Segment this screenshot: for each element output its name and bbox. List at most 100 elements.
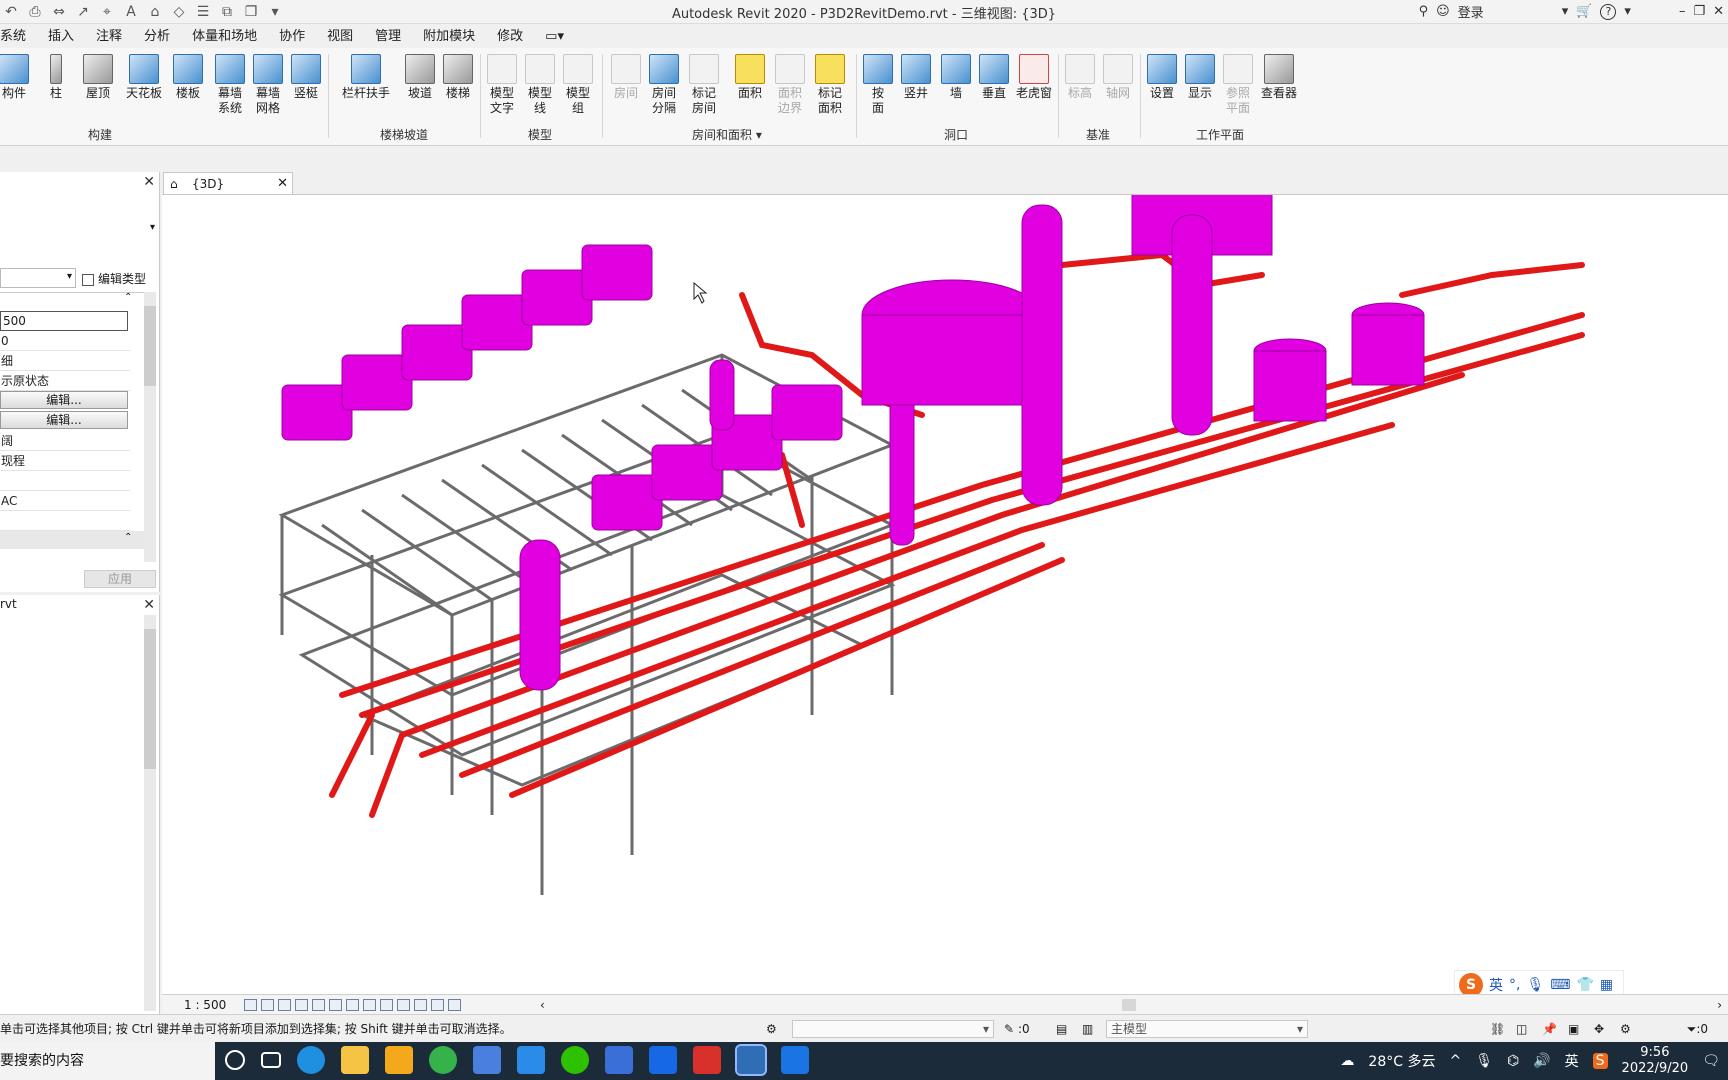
show-crop-icon[interactable] (346, 999, 359, 1011)
highlight-displacement-icon[interactable] (448, 999, 461, 1011)
shadows-icon[interactable] (295, 999, 308, 1011)
sun-path-icon[interactable] (278, 999, 291, 1011)
curtain-system-button[interactable]: 幕墙 系统 (210, 54, 250, 116)
microphone-icon[interactable]: 🎙 (1526, 977, 1544, 993)
tab-3d-view[interactable]: ⌂ {3D} ✕ (163, 172, 293, 194)
minimize-icon[interactable]: – (1679, 4, 1686, 19)
dormer-button[interactable]: 老虎窗 (1012, 54, 1056, 101)
detail-level-icon[interactable] (244, 999, 257, 1011)
edit-type-button[interactable]: 编辑类型 (82, 270, 146, 287)
wall-opening-button[interactable]: 墙 (936, 54, 976, 101)
tab-addins[interactable]: 附加模块 (412, 26, 486, 48)
temp-hide-icon[interactable] (380, 999, 393, 1011)
floor-button[interactable]: 楼板 (168, 54, 208, 101)
vertical-button[interactable]: 垂直 (974, 54, 1014, 101)
autocad-icon[interactable] (693, 1046, 721, 1074)
area-button[interactable]: 面积 (730, 54, 770, 101)
component-button[interactable]: 构件 (0, 54, 34, 101)
room-button[interactable]: 房间 (606, 54, 646, 101)
crop-view-icon[interactable] (329, 999, 342, 1011)
microphone-tray-icon[interactable]: 🎙 (1475, 1053, 1493, 1069)
dropdown-icon[interactable]: ▾ (1562, 4, 1569, 19)
weather-text[interactable]: 28°C 多云 (1368, 1051, 1435, 1071)
select-pinned-icon[interactable]: 📌 (1542, 1015, 1557, 1043)
ime-lang[interactable]: 英 (1489, 975, 1503, 995)
show-workplane-button[interactable]: 显示 (1180, 54, 1220, 101)
type-selector-dropdown-icon[interactable]: ▾ (150, 222, 155, 233)
project-browser-scrollbar[interactable] (144, 615, 156, 1011)
viewer-button[interactable]: 查看器 (1256, 54, 1302, 101)
tag-area-button[interactable]: 标记 面积 (810, 54, 850, 116)
edge-icon[interactable] (297, 1046, 325, 1074)
store-icon[interactable] (385, 1046, 413, 1074)
tab-collaborate[interactable]: 协作 (268, 26, 316, 48)
select-underlay-icon[interactable]: ◫ (1516, 1015, 1527, 1043)
by-face-button[interactable]: 按 面 (858, 54, 898, 116)
worksets-icon[interactable]: ⚙ (766, 1015, 777, 1043)
3d-viewport[interactable] (162, 174, 1728, 994)
roof-button[interactable]: 屋顶 (78, 54, 118, 101)
design-options-icon[interactable]: ▤ (1056, 1015, 1067, 1043)
edit-button[interactable]: 编辑... (0, 411, 128, 429)
keyboard-icon[interactable]: ⌨ (1550, 977, 1570, 993)
worksharing-icon[interactable] (414, 999, 427, 1011)
group-expand-icon[interactable]: ▾ (756, 128, 762, 142)
analytical-model-icon[interactable] (431, 999, 444, 1011)
tab-manage[interactable]: 管理 (364, 26, 412, 48)
drag-on-selection-icon[interactable]: ✥ (1594, 1015, 1604, 1043)
tab-view[interactable]: 视图 (316, 26, 364, 48)
reveal-hidden-icon[interactable] (397, 999, 410, 1011)
chevron-right-icon[interactable]: › (1717, 995, 1722, 1015)
close-icon[interactable]: ✕ (143, 174, 155, 190)
file-explorer-icon[interactable] (341, 1046, 369, 1074)
stair-button[interactable]: 楼梯 (438, 54, 478, 101)
tab-systems[interactable]: 系统 (0, 26, 37, 48)
column-button[interactable]: 柱 (36, 54, 76, 101)
ceiling-button[interactable]: 天花板 (122, 54, 166, 101)
curtain-grid-button[interactable]: 幕墙 网格 (248, 54, 288, 116)
browser-icon[interactable] (429, 1046, 457, 1074)
close-icon[interactable]: ✕ (143, 597, 155, 613)
editable-only-icon[interactable]: ✎ (1004, 1015, 1014, 1043)
volume-icon[interactable]: 🔊 (1533, 1053, 1550, 1069)
revit-icon[interactable] (735, 1044, 767, 1076)
user-icon[interactable]: ☺ (1436, 4, 1450, 19)
shaft-button[interactable]: 竖井 (896, 54, 936, 101)
scroll-thumb[interactable] (144, 306, 156, 386)
skin-icon[interactable]: 👕 (1576, 977, 1593, 993)
wechat-icon[interactable] (561, 1046, 589, 1074)
tab-annotate[interactable]: 注释 (85, 26, 133, 48)
select-by-face-icon[interactable]: ▣ (1568, 1015, 1579, 1043)
weather-icon[interactable]: ☁ (1340, 1053, 1354, 1069)
help-icon[interactable]: ? (1600, 3, 1617, 20)
render-icon[interactable] (312, 999, 325, 1011)
tag-room-button[interactable]: 标记 房间 (684, 54, 724, 116)
mullion-button[interactable]: 竖梃 (286, 54, 326, 101)
exclude-options-icon[interactable]: ▥ (1082, 1015, 1093, 1043)
tab-insert[interactable]: 插入 (37, 26, 85, 48)
design-option-combo[interactable]: 主模型 ▾ (1106, 1020, 1308, 1038)
model-group-button[interactable]: 模型 组 (558, 54, 598, 116)
close-window-icon[interactable]: ✕ (1713, 4, 1724, 19)
notification-icon[interactable]: 🗨 (1702, 1053, 1720, 1069)
task-view-icon[interactable] (261, 1052, 281, 1068)
app-icon[interactable] (473, 1046, 501, 1074)
search-binoculars-icon[interactable]: ⚲ (1419, 4, 1429, 19)
level-button[interactable]: 标高 (1060, 54, 1100, 101)
panel-toggle-icon[interactable]: ▭▾ (534, 26, 575, 48)
media-icon[interactable] (781, 1046, 809, 1074)
app-icon[interactable] (649, 1046, 677, 1074)
apply-button[interactable]: 应用 (84, 570, 156, 588)
close-tab-icon[interactable]: ✕ (277, 173, 288, 195)
toolbox-icon[interactable]: ▦ (1600, 977, 1613, 993)
scroll-thumb[interactable] (144, 629, 156, 769)
view-scale[interactable]: 1 : 500 (184, 995, 226, 1015)
set-workplane-button[interactable]: 设置 (1142, 54, 1182, 101)
scale-value-field[interactable]: 500 (0, 311, 128, 331)
model-line-button[interactable]: 模型 线 (520, 54, 560, 116)
collapse-icon[interactable]: ⌃ (124, 532, 132, 543)
chevron-up-icon[interactable]: ^ (1449, 1053, 1461, 1069)
mail-icon[interactable] (517, 1046, 545, 1074)
grid-button[interactable]: 轴网 (1098, 54, 1138, 101)
visual-style-icon[interactable] (261, 999, 274, 1011)
